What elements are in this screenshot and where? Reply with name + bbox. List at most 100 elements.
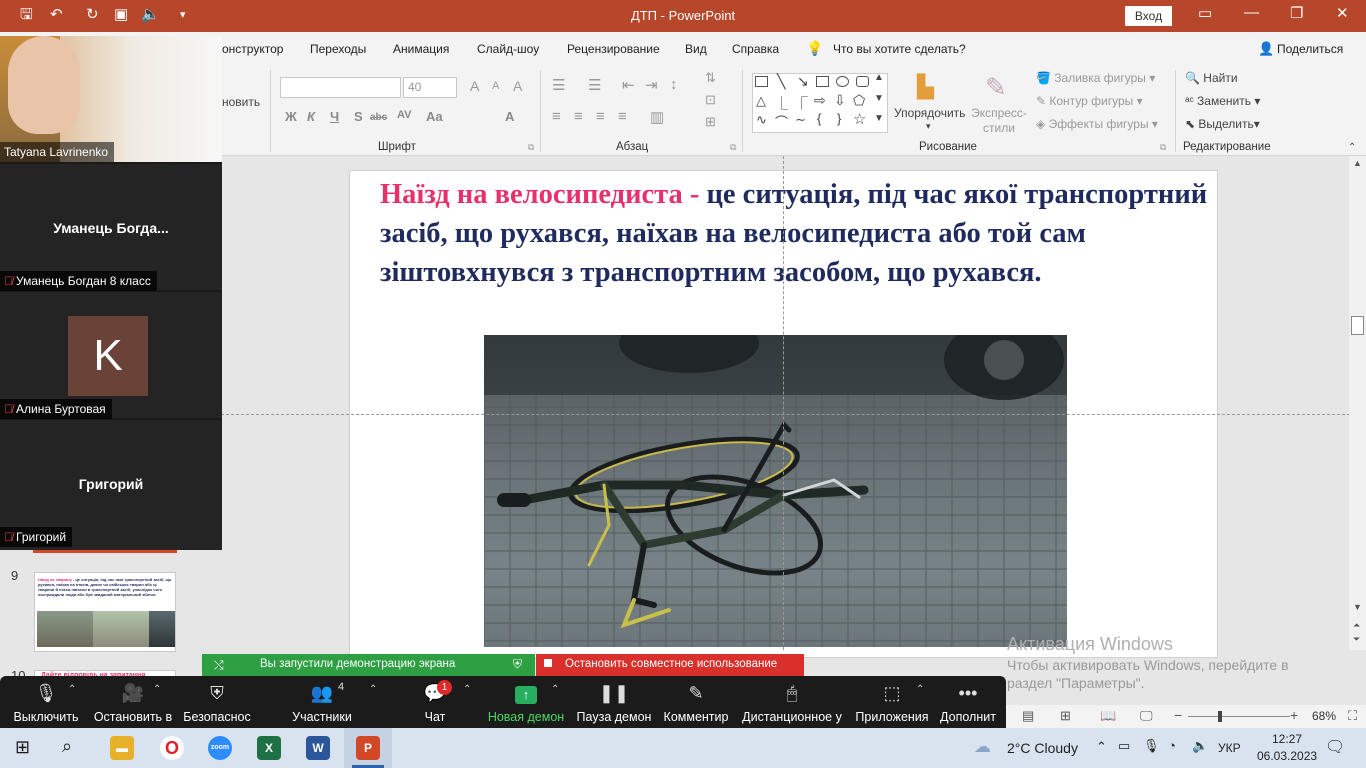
stop-video-button[interactable]: 🎥 ⌃ Остановить в xyxy=(93,676,173,728)
annotate-button[interactable]: ✎ Комментир xyxy=(662,676,730,728)
close-icon[interactable]: ✕ xyxy=(1336,4,1349,22)
sharing-banner[interactable]: ⤭ Вы запустили демонстрацию экрана ⛨ xyxy=(202,654,535,676)
curve-shape[interactable]: ∼ xyxy=(795,112,806,128)
next-slide-icon[interactable]: ⏷ xyxy=(1353,634,1360,645)
line-spacing-icon[interactable]: ↕ xyxy=(670,76,678,93)
battery-icon[interactable]: ▭ xyxy=(1118,738,1130,754)
columns-icon[interactable]: ▥ xyxy=(650,108,664,126)
font-launcher-icon[interactable]: ⧉ xyxy=(528,142,534,153)
video-tile-umanets[interactable]: Уманець Богда... 🎙̸ Уманець Богдан 8 клас… xyxy=(0,164,222,291)
powerpoint-icon[interactable]: P xyxy=(356,736,380,760)
arrange-caret-icon[interactable]: ▾ xyxy=(926,121,931,132)
tab-transitions[interactable]: Переходы xyxy=(310,42,366,56)
elbow-shape[interactable]: ⎾ xyxy=(795,93,808,112)
shape-fill-button[interactable]: 🪣 Заливка фигуры ▾ xyxy=(1036,71,1155,85)
security-button[interactable]: ⛨ Безопаснос xyxy=(180,676,254,728)
right-arrow-shape[interactable]: ⇨ xyxy=(814,92,826,109)
justify-icon[interactable]: ≡ xyxy=(618,108,627,125)
right-brace-shape[interactable]: } xyxy=(837,111,841,126)
tab-view[interactable]: Вид xyxy=(685,42,707,56)
pause-share-button[interactable]: ❚❚ Пауза демон xyxy=(576,676,652,728)
prev-slide-icon[interactable]: ⏶ xyxy=(1353,620,1360,631)
minimize-icon[interactable]: — xyxy=(1244,4,1259,21)
drag-handle-icon[interactable]: ⤭ xyxy=(214,658,224,673)
zoom-slider-thumb[interactable] xyxy=(1218,711,1222,722)
language-indicator[interactable]: УКР xyxy=(1218,741,1241,755)
apps-button[interactable]: ⬚ ⌃ Приложения xyxy=(853,676,931,728)
slide-sorter-icon[interactable]: ⊞ xyxy=(1060,708,1071,724)
mic-tray-icon[interactable]: 🎙 xyxy=(1143,738,1160,754)
textbox-shape[interactable] xyxy=(755,76,768,87)
tab-animation[interactable]: Анимация xyxy=(393,42,449,56)
shape-effects-button[interactable]: ◈ Эффекты фигуры ▾ xyxy=(1036,117,1158,131)
align-center-icon[interactable]: ≡ xyxy=(574,108,583,125)
numbering-icon[interactable]: ☰ xyxy=(588,76,601,94)
arrange-button[interactable]: Упорядочить xyxy=(894,106,965,120)
wifi-icon[interactable]: ◔ xyxy=(1168,738,1176,753)
scroll-down-icon[interactable]: ▼ xyxy=(1353,602,1362,612)
drawing-launcher-icon[interactable]: ⧉ xyxy=(1160,142,1166,153)
quick-styles-button[interactable]: Экспресс-стили xyxy=(970,106,1028,136)
stop-sharing-button[interactable]: Остановить совместное использование xyxy=(536,654,804,676)
bold-button[interactable]: Ж xyxy=(285,109,297,124)
shapes-gallery[interactable]: ╲ ↘ △ ⎿ ⎾ ⇨ ⇩ ⬠ ∿ ⌒ ∼ { } ☆ xyxy=(752,73,888,133)
paragraph-launcher-icon[interactable]: ⧉ xyxy=(730,142,736,153)
rounded-rect-shape[interactable] xyxy=(856,76,869,87)
zoom-icon[interactable]: zoom xyxy=(208,736,232,760)
font-size-dropdown[interactable]: 40 xyxy=(403,77,457,98)
opera-icon[interactable]: O xyxy=(160,736,184,760)
zoom-slider[interactable] xyxy=(1188,716,1290,717)
line-shape[interactable]: ╲ xyxy=(777,73,785,90)
more-button[interactable]: ••• Дополнит xyxy=(936,676,1000,728)
chevron-up-icon[interactable]: ⌃ xyxy=(551,684,559,695)
increase-font-icon[interactable]: A xyxy=(470,78,479,94)
chevron-up-icon[interactable]: ⌃ xyxy=(153,684,161,695)
collapse-ribbon-icon[interactable]: ⌃ xyxy=(1348,142,1356,153)
bicycle-accident-photo[interactable] xyxy=(484,335,1067,647)
shape-outline-button[interactable]: ✎ Контур фигуры ▾ xyxy=(1036,94,1143,108)
align-left-icon[interactable]: ≡ xyxy=(552,108,561,125)
outdent-icon[interactable]: ⇤ xyxy=(622,76,635,94)
select-button[interactable]: ⬉ Выделить▾ xyxy=(1185,117,1260,131)
indent-icon[interactable]: ⇥ xyxy=(645,76,658,94)
gallery-down-icon[interactable]: ▼ xyxy=(874,93,884,104)
clock-date[interactable]: 06.03.2023 xyxy=(1257,749,1317,763)
gallery-more-icon[interactable]: ▼ xyxy=(874,113,884,124)
video-tile-grigoriy[interactable]: Григорий 🎙̸ Григорий xyxy=(0,420,222,550)
arrow-shape[interactable]: ↘ xyxy=(797,73,809,90)
strikethrough-button[interactable]: abc xyxy=(370,112,387,123)
participants-button[interactable]: 👥 4 ⌃ Участники xyxy=(285,676,377,728)
clear-format-icon[interactable]: A xyxy=(513,78,522,94)
zoom-in-icon[interactable]: + xyxy=(1290,707,1298,723)
tab-help[interactable]: Справка xyxy=(732,42,779,56)
chevron-up-icon[interactable]: ⌃ xyxy=(463,684,471,695)
slide-thumbnail-9[interactable]: Наїзд на тварину - це ситуація, під час … xyxy=(34,572,176,652)
chevron-up-icon[interactable]: ⌃ xyxy=(369,684,377,695)
word-icon[interactable]: W xyxy=(306,736,330,760)
down-arrow-shape[interactable]: ⇩ xyxy=(834,92,846,109)
weather-text[interactable]: 2°C Cloudy xyxy=(1007,740,1078,756)
align-right-icon[interactable]: ≡ xyxy=(596,108,605,125)
scroll-thumb[interactable] xyxy=(1351,316,1364,335)
fit-slide-icon[interactable]: ⛶ xyxy=(1348,708,1357,724)
change-case-button[interactable]: Aa xyxy=(426,109,443,124)
italic-button[interactable]: К xyxy=(307,109,315,124)
scroll-up-icon[interactable]: ▲ xyxy=(1353,158,1362,168)
gallery-up-icon[interactable]: ▲ xyxy=(874,72,884,83)
triangle-shape[interactable]: △ xyxy=(756,93,766,109)
start-icon[interactable]: ⊞ xyxy=(15,737,30,758)
zoom-level[interactable]: 68% xyxy=(1312,709,1336,723)
vertical-scrollbar[interactable]: ▲ ▼ ⏶ ⏷ xyxy=(1349,156,1366,650)
connector-shape[interactable]: ⎿ xyxy=(775,93,788,112)
new-share-button[interactable]: ↑ ⌃ Новая демон xyxy=(487,676,565,728)
chevron-up-icon[interactable]: ⌃ xyxy=(916,684,924,695)
left-brace-shape[interactable]: { xyxy=(817,111,821,126)
normal-view-icon[interactable]: ▤ xyxy=(1022,708,1034,724)
reset-button[interactable]: новить xyxy=(222,95,260,109)
maximize-icon[interactable]: ❐ xyxy=(1290,4,1303,22)
rectangle-shape[interactable] xyxy=(816,76,829,87)
remote-control-button[interactable]: 🖱 Дистанционное у xyxy=(741,676,843,728)
underline-button[interactable]: Ч xyxy=(330,109,339,124)
star-shape[interactable]: ☆ xyxy=(853,110,866,128)
file-explorer-icon[interactable]: ▬ xyxy=(110,736,134,760)
